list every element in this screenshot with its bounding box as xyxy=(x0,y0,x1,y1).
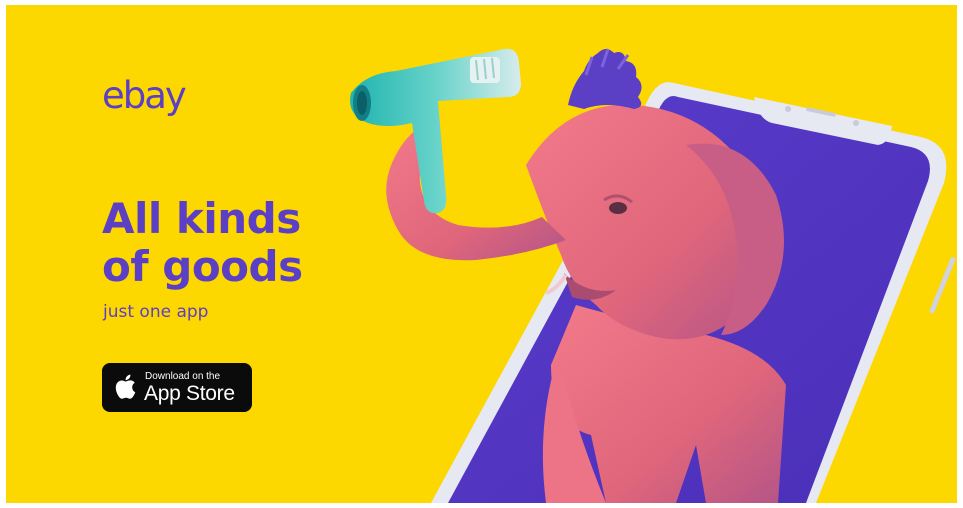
illustration xyxy=(350,48,956,503)
hair-dryer xyxy=(350,48,521,214)
ad-banner[interactable]: ebay All kinds of goods just one app Dow… xyxy=(6,5,957,503)
